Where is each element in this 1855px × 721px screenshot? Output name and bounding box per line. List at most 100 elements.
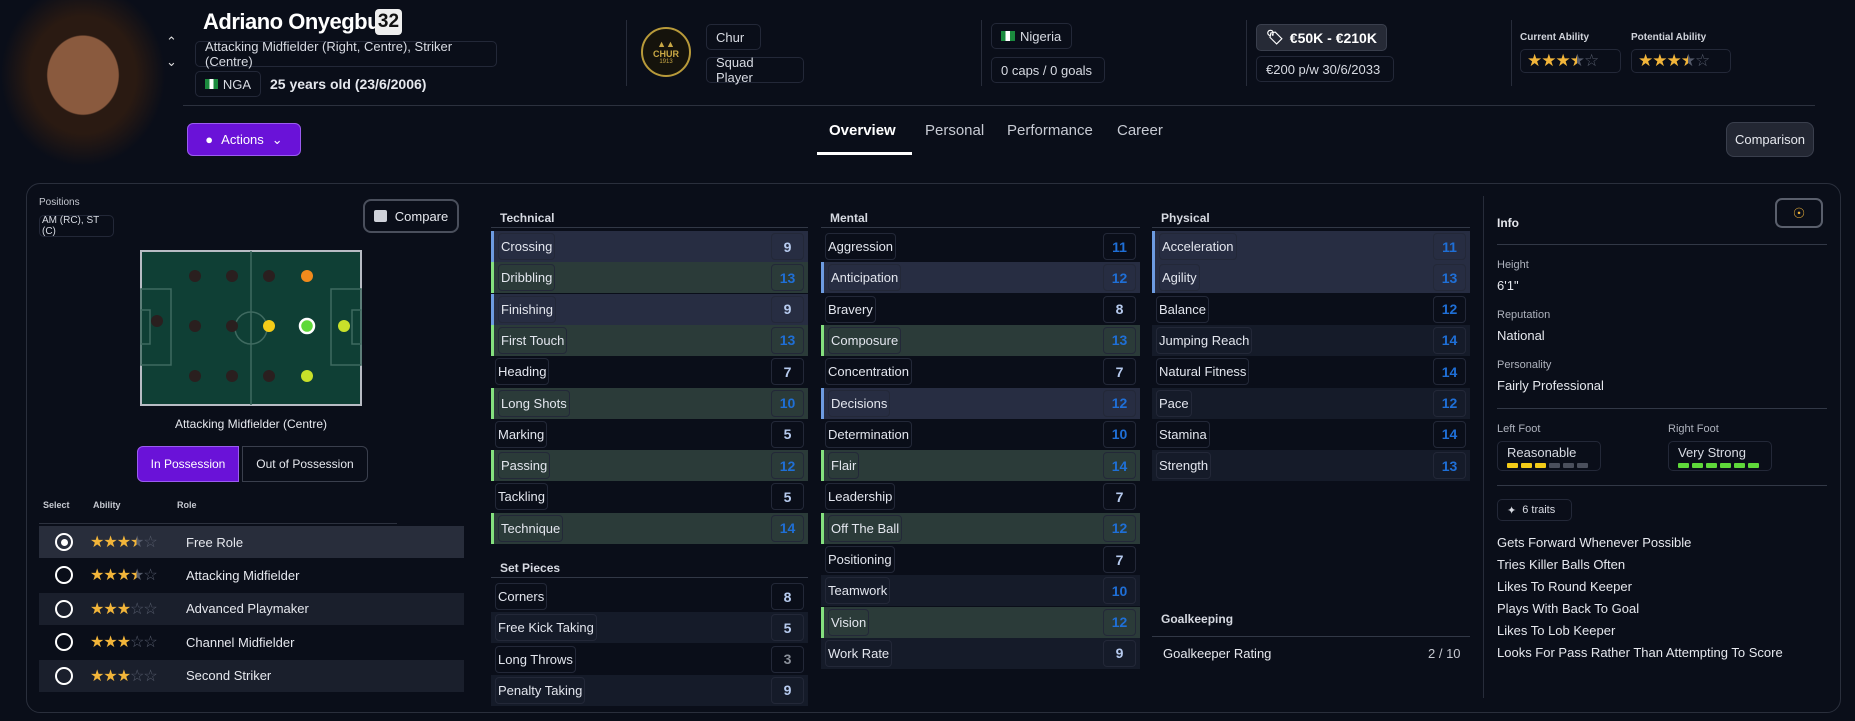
attribute-row: Flair 14 [821,450,1140,482]
nigeria-flag-icon [205,79,218,89]
meter-segment-filled [1521,462,1532,468]
transfer-value-chip[interactable]: 🏷 €50K - €210K [1256,24,1387,51]
positions-value-text: AM (RC), ST (C) [42,215,100,237]
attribute-value: 10 [1103,577,1136,605]
attribute-row: Off The Ball 12 [821,512,1140,544]
role-row[interactable]: ★★★☆☆ Advanced Playmaker [39,592,464,625]
star-full-icon: ★ [90,600,104,618]
role-stars: ★★★☆☆ [90,632,182,652]
role-row[interactable]: ★★★☆☆ Second Striker [39,659,464,692]
transfer-value: €50K - €210K [1289,29,1377,46]
attribute-row: Work Rate 9 [821,637,1140,669]
actions-button[interactable]: ● Actions ⌄ [187,123,301,156]
personality-value: Fairly Professional [1497,378,1604,393]
col-ability: Ability [93,500,121,510]
role-radio[interactable] [55,633,73,652]
tab-career[interactable]: Career [1117,122,1163,139]
role-radio[interactable] [55,566,73,585]
role-name: Second Striker [186,668,272,684]
role-radio[interactable] [55,533,73,551]
role-stars: ★★★★☆ [90,532,182,552]
traits-chip[interactable]: ✦ 6 traits [1497,499,1572,521]
attribute-name: Free Kick Taking [495,614,597,642]
attribute-value: 9 [771,233,804,260]
role-radio[interactable] [55,666,73,685]
attribute-value: 11 [1103,233,1136,260]
position-dot[interactable] [263,370,275,382]
position-dot[interactable] [301,370,313,382]
attribute-row: Vision 12 [821,606,1140,638]
position-dot[interactable] [189,320,201,332]
attribute-value: 8 [771,583,804,610]
position-dot[interactable] [263,270,275,282]
position-dot[interactable] [338,320,350,332]
star-full-icon: ★ [116,634,131,652]
chevron-down-icon: ⌄ [271,131,283,147]
attribute-name: Dribbling [498,264,556,292]
star-empty-icon: ☆ [143,600,157,618]
next-player-button[interactable]: ⌄ [166,54,177,70]
out-of-possession-toggle[interactable]: Out of Possession [242,446,368,482]
role-row[interactable]: ★★★☆☆ Channel Midfielder [39,626,464,658]
nation-chip[interactable]: Nigeria [991,23,1072,49]
position-dot[interactable] [226,320,238,332]
attribute-name: Jumping Reach [1156,326,1253,354]
attribute-value: 13 [1433,452,1466,480]
divider [1511,20,1512,86]
club-badge-text: CHUR [653,49,679,59]
star-half-icon: ★ [1569,51,1585,70]
role-name: Attacking Midfielder [186,567,300,583]
star-full-icon: ★ [1527,51,1542,70]
position-dot[interactable] [263,320,275,332]
attribute-name: Leadership [825,483,896,511]
star-full-icon: ★ [103,567,117,585]
attribute-name: Positioning [825,546,895,573]
star-full-icon: ★ [90,534,104,551]
compare-button[interactable]: Compare [363,199,459,233]
attribute-row: Crossing 9 [491,231,808,262]
star-full-icon: ★ [116,567,131,585]
divider [1497,244,1827,245]
meter-segment-filled [1720,462,1731,468]
position-dot[interactable] [301,270,313,282]
attribute-row: Technique 14 [491,512,808,544]
attribute-row: Penalty Taking 9 [491,674,808,706]
attribute-name: Acceleration [1159,233,1237,260]
divider [491,577,808,578]
star-empty-icon: ☆ [130,634,144,652]
position-dot[interactable] [226,370,238,382]
club-badge[interactable]: ▲▲ CHUR 1913 [641,27,691,77]
position-dot[interactable] [226,270,238,282]
attribute-row: Agility 13 [1152,262,1470,294]
tab-performance[interactable]: Performance [1007,122,1093,139]
meter-segment-empty [1549,462,1560,468]
attribute-value: 14 [1433,358,1466,386]
trait-item: Gets Forward Whenever Possible [1497,535,1692,550]
attribute-value: 13 [1103,326,1136,354]
attribute-row: Aggression 11 [821,231,1140,262]
attribute-name: Technique [498,514,564,542]
position-dot[interactable] [189,270,201,282]
divider [626,20,627,86]
in-possession-toggle[interactable]: In Possession [137,446,239,482]
selected-position-dot[interactable] [298,317,316,335]
role-radio[interactable] [55,599,73,618]
tab-personal[interactable]: Personal [925,122,984,139]
attribute-row: Free Kick Taking 5 [491,612,808,644]
role-row[interactable]: ★★★★☆ Free Role [39,526,464,558]
attribute-row: Long Shots 10 [491,387,808,419]
player-profile-icon-button[interactable]: ☉ [1775,198,1823,228]
position-dot[interactable] [151,315,163,327]
attribute-name: Corners [495,583,548,610]
position-dot[interactable] [189,370,201,382]
prev-player-button[interactable]: ⌃ [166,34,177,50]
attribute-row: Passing 12 [491,450,808,482]
tab-overview[interactable]: Overview [829,122,896,139]
role-row[interactable]: ★★★★☆ Attacking Midfielder [39,559,464,591]
club-chip[interactable]: Chur [706,24,761,50]
caps-text: 0 caps / 0 goals [1001,62,1093,78]
comparison-button[interactable]: Comparison [1726,122,1814,157]
star-full-icon: ★ [90,634,104,652]
trait-item: Likes To Lob Keeper [1497,623,1616,638]
star-full-icon: ★ [116,667,131,685]
